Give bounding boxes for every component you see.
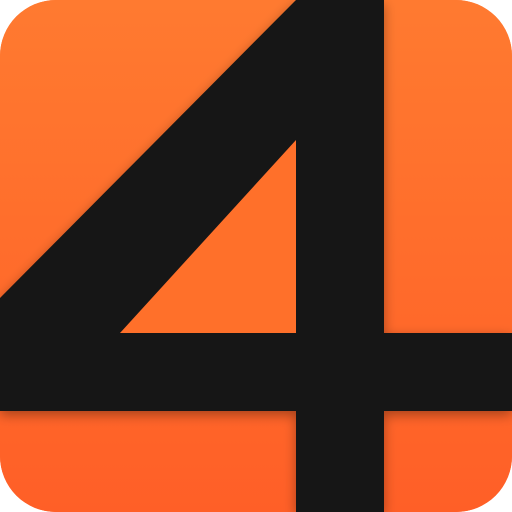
numeral-four-icon [0, 0, 512, 512]
app-icon[interactable]: 4 [0, 0, 512, 512]
